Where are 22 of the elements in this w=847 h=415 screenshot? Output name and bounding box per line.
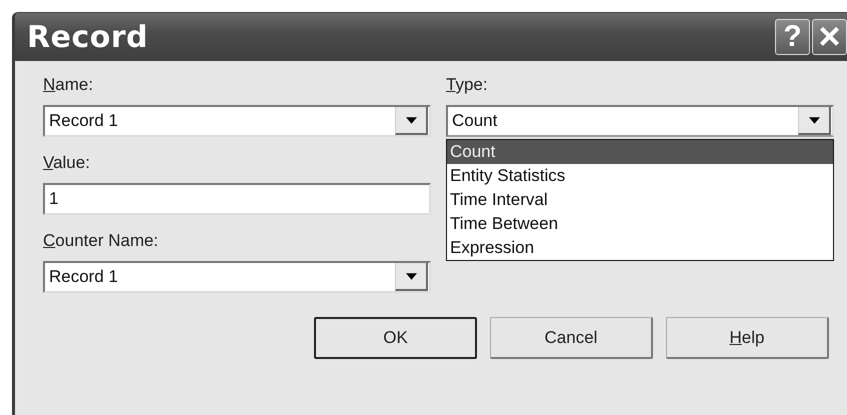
list-item[interactable]: Time Between xyxy=(447,212,833,236)
help-button[interactable]: ? xyxy=(775,19,810,55)
field-label: Counter Name: xyxy=(43,231,160,252)
field-label: Value: xyxy=(43,153,91,174)
close-button[interactable]: × xyxy=(812,19,847,55)
dialog-button[interactable]: OK xyxy=(314,317,477,359)
dialog-button[interactable]: Help xyxy=(666,317,829,359)
dropdown-field[interactable]: Count xyxy=(446,105,834,137)
dropdown-field[interactable]: Record 1 xyxy=(43,105,431,137)
field-label: Type: xyxy=(446,75,489,96)
list-item[interactable]: Count xyxy=(447,140,833,164)
caret-icon[interactable] xyxy=(406,272,416,280)
field-label: Name: xyxy=(43,75,94,96)
input-field[interactable]: 1 xyxy=(43,183,431,215)
dropdown-field[interactable]: Record 1 xyxy=(43,261,431,293)
list-item[interactable]: Entity Statistics xyxy=(447,164,833,188)
window-title: Record xyxy=(27,20,148,54)
list-item[interactable]: Expression xyxy=(447,236,833,260)
caret-icon[interactable] xyxy=(406,116,416,124)
list-item[interactable]: Time Interval xyxy=(447,188,833,212)
dialog-button[interactable]: Cancel xyxy=(490,317,653,359)
caret-icon[interactable] xyxy=(808,116,820,124)
